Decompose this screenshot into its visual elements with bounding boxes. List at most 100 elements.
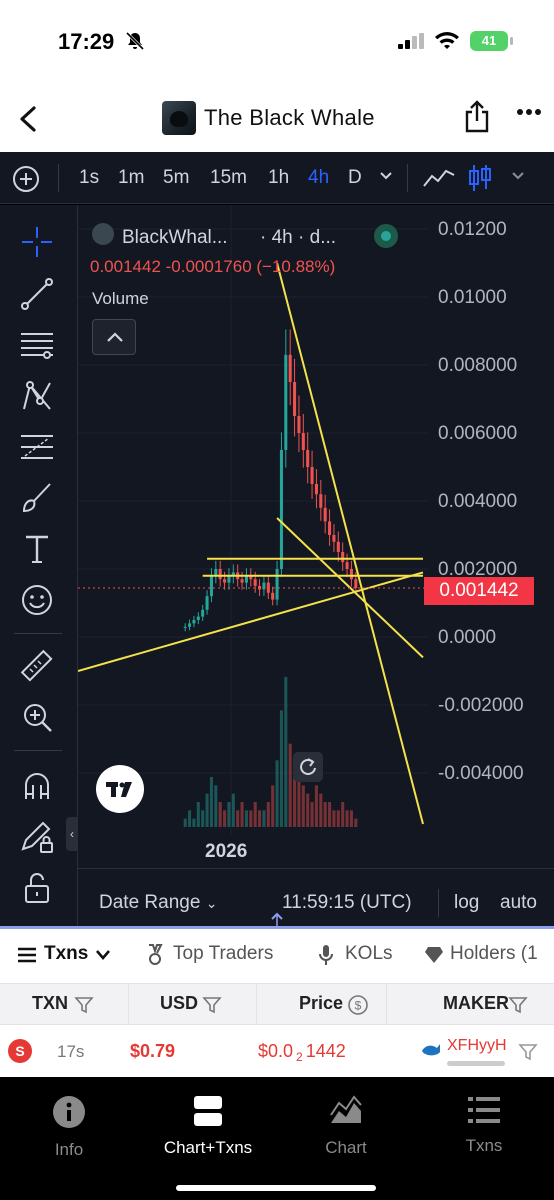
tab-kols[interactable]: KOLs (345, 943, 393, 965)
volume-bar (293, 777, 297, 827)
timeframe-1m[interactable]: 1m (118, 167, 144, 189)
horizontal-lines-icon[interactable] (18, 326, 56, 364)
candle-body (314, 484, 318, 495)
candle-body (310, 467, 314, 484)
candle-body (244, 575, 248, 583)
filter-icon[interactable] (202, 995, 222, 1015)
area-chart-icon (330, 1095, 362, 1123)
text-icon[interactable] (18, 530, 56, 568)
line-chart-icon[interactable] (422, 166, 456, 190)
battery-icon: 41 (470, 31, 508, 51)
candle-body (306, 450, 310, 467)
back-chevron-icon[interactable] (16, 104, 40, 134)
chevron-down-icon[interactable] (95, 949, 111, 961)
cellular-signal-icon (398, 33, 424, 49)
timeframe-5m[interactable]: 5m (163, 167, 189, 189)
legend-collapse-button[interactable] (92, 319, 136, 355)
log-scale-toggle[interactable]: log (454, 892, 479, 914)
volume-bar (227, 802, 231, 827)
tab-top-traders[interactable]: Top Traders (173, 943, 273, 965)
svg-text:$: $ (355, 999, 362, 1013)
tab-holders[interactable]: Holders (1 (450, 943, 538, 965)
legend-symbol[interactable]: BlackWhal... (122, 227, 228, 249)
utc-clock[interactable]: 11:59:15 (UTC) (282, 892, 412, 914)
tools-collapse-handle[interactable]: ‹ (66, 817, 78, 851)
candle-body (345, 562, 349, 569)
share-icon[interactable] (463, 100, 491, 134)
tab-txns[interactable]: Txns (44, 943, 88, 965)
pattern-icon[interactable] (18, 377, 56, 415)
volume-bar (284, 677, 288, 827)
candle-body (214, 569, 218, 576)
emoji-icon[interactable] (18, 581, 56, 619)
currency-toggle-icon[interactable]: $ (347, 994, 369, 1016)
split-view-icon (194, 1096, 222, 1126)
date-range-button[interactable]: Date Range ⌄ (99, 892, 217, 914)
y-tick: 0.006000 (438, 423, 518, 444)
price-prefix: $0.0 (258, 1041, 294, 1061)
pencil-lock-icon[interactable] (18, 818, 56, 856)
volume-bar (275, 760, 279, 827)
brush-icon[interactable] (18, 479, 56, 517)
candle-body (332, 535, 336, 542)
add-circle-icon[interactable] (12, 165, 40, 193)
table-row[interactable]: S 17s $0.79 $0.0 2 1442 XFHyyH (0, 1025, 554, 1077)
volume-bar (323, 802, 327, 827)
volume-bar (196, 802, 200, 827)
timeframe-1s[interactable]: 1s (79, 167, 99, 189)
volume-bar (301, 785, 305, 827)
more-dots-icon[interactable] (516, 108, 542, 116)
date-range-label: Date Range (99, 892, 201, 913)
volume-bar (279, 710, 283, 827)
candlestick-icon[interactable] (467, 163, 493, 193)
y-tick: 0.01200 (438, 219, 507, 240)
nav-chart[interactable]: Chart (286, 1095, 406, 1158)
candle-body (205, 596, 209, 610)
maker-address[interactable]: XFHyyH (447, 1037, 507, 1055)
magnet-icon[interactable] (18, 767, 56, 805)
token-avatar (162, 101, 196, 135)
auto-scale-toggle[interactable]: auto (500, 892, 537, 914)
nav-info[interactable]: Info (9, 1095, 129, 1160)
chevron-down-icon[interactable] (379, 171, 393, 181)
fib-icon[interactable] (18, 428, 56, 466)
drawn-trend-line (276, 262, 424, 825)
volume-bar (183, 818, 187, 827)
y-tick: 0.008000 (438, 355, 518, 376)
filter-icon[interactable] (518, 1042, 538, 1062)
drawing-toolbar: ‹ (0, 205, 78, 927)
col-price: Price (299, 993, 344, 1013)
chevron-down-icon: ⌄ (205, 895, 218, 911)
candle-body (218, 569, 222, 580)
zoom-in-icon[interactable] (18, 698, 56, 736)
chart-bottom-bar: Date Range ⌄ 11:59:15 (UTC) log auto (78, 868, 554, 926)
chevron-down-icon[interactable] (511, 171, 525, 181)
txns-tabs: Txns Top Traders KOLs Holders (1 (0, 929, 554, 983)
candle-body (227, 575, 231, 583)
nav-txns[interactable]: Txns (424, 1095, 544, 1156)
y-tick: 0.01000 (438, 287, 507, 308)
reset-chart-button[interactable] (293, 752, 323, 782)
trend-line-icon[interactable] (18, 275, 56, 313)
filter-icon[interactable] (508, 995, 528, 1015)
timeframe-4h[interactable]: 4h (308, 167, 329, 189)
crosshair-icon[interactable] (18, 223, 56, 261)
microphone-icon (319, 945, 333, 965)
price-chart[interactable]: BlackWhal... · 4h · d... 0.001442 -0.000… (78, 205, 554, 868)
volume-bar (341, 802, 345, 827)
bottom-nav: Info Chart+Txns Chart Txns (0, 1077, 554, 1200)
filter-icon[interactable] (74, 995, 94, 1015)
volume-bar (244, 810, 248, 827)
lock-icon[interactable] (18, 869, 56, 907)
nav-chart-txns[interactable]: Chart+Txns (148, 1095, 268, 1158)
timeframe-1h[interactable]: 1h (268, 167, 289, 189)
status-time: 17:29 (58, 29, 115, 54)
timeframe-d[interactable]: D (348, 167, 362, 189)
volume-bar (258, 810, 262, 827)
y-tick: -0.004000 (438, 763, 524, 784)
txn-usd: $0.79 (130, 1041, 176, 1061)
timeframe-15m[interactable]: 15m (210, 167, 247, 189)
volume-bar (249, 810, 253, 827)
ruler-icon[interactable] (18, 647, 56, 685)
volume-bar (240, 802, 244, 827)
